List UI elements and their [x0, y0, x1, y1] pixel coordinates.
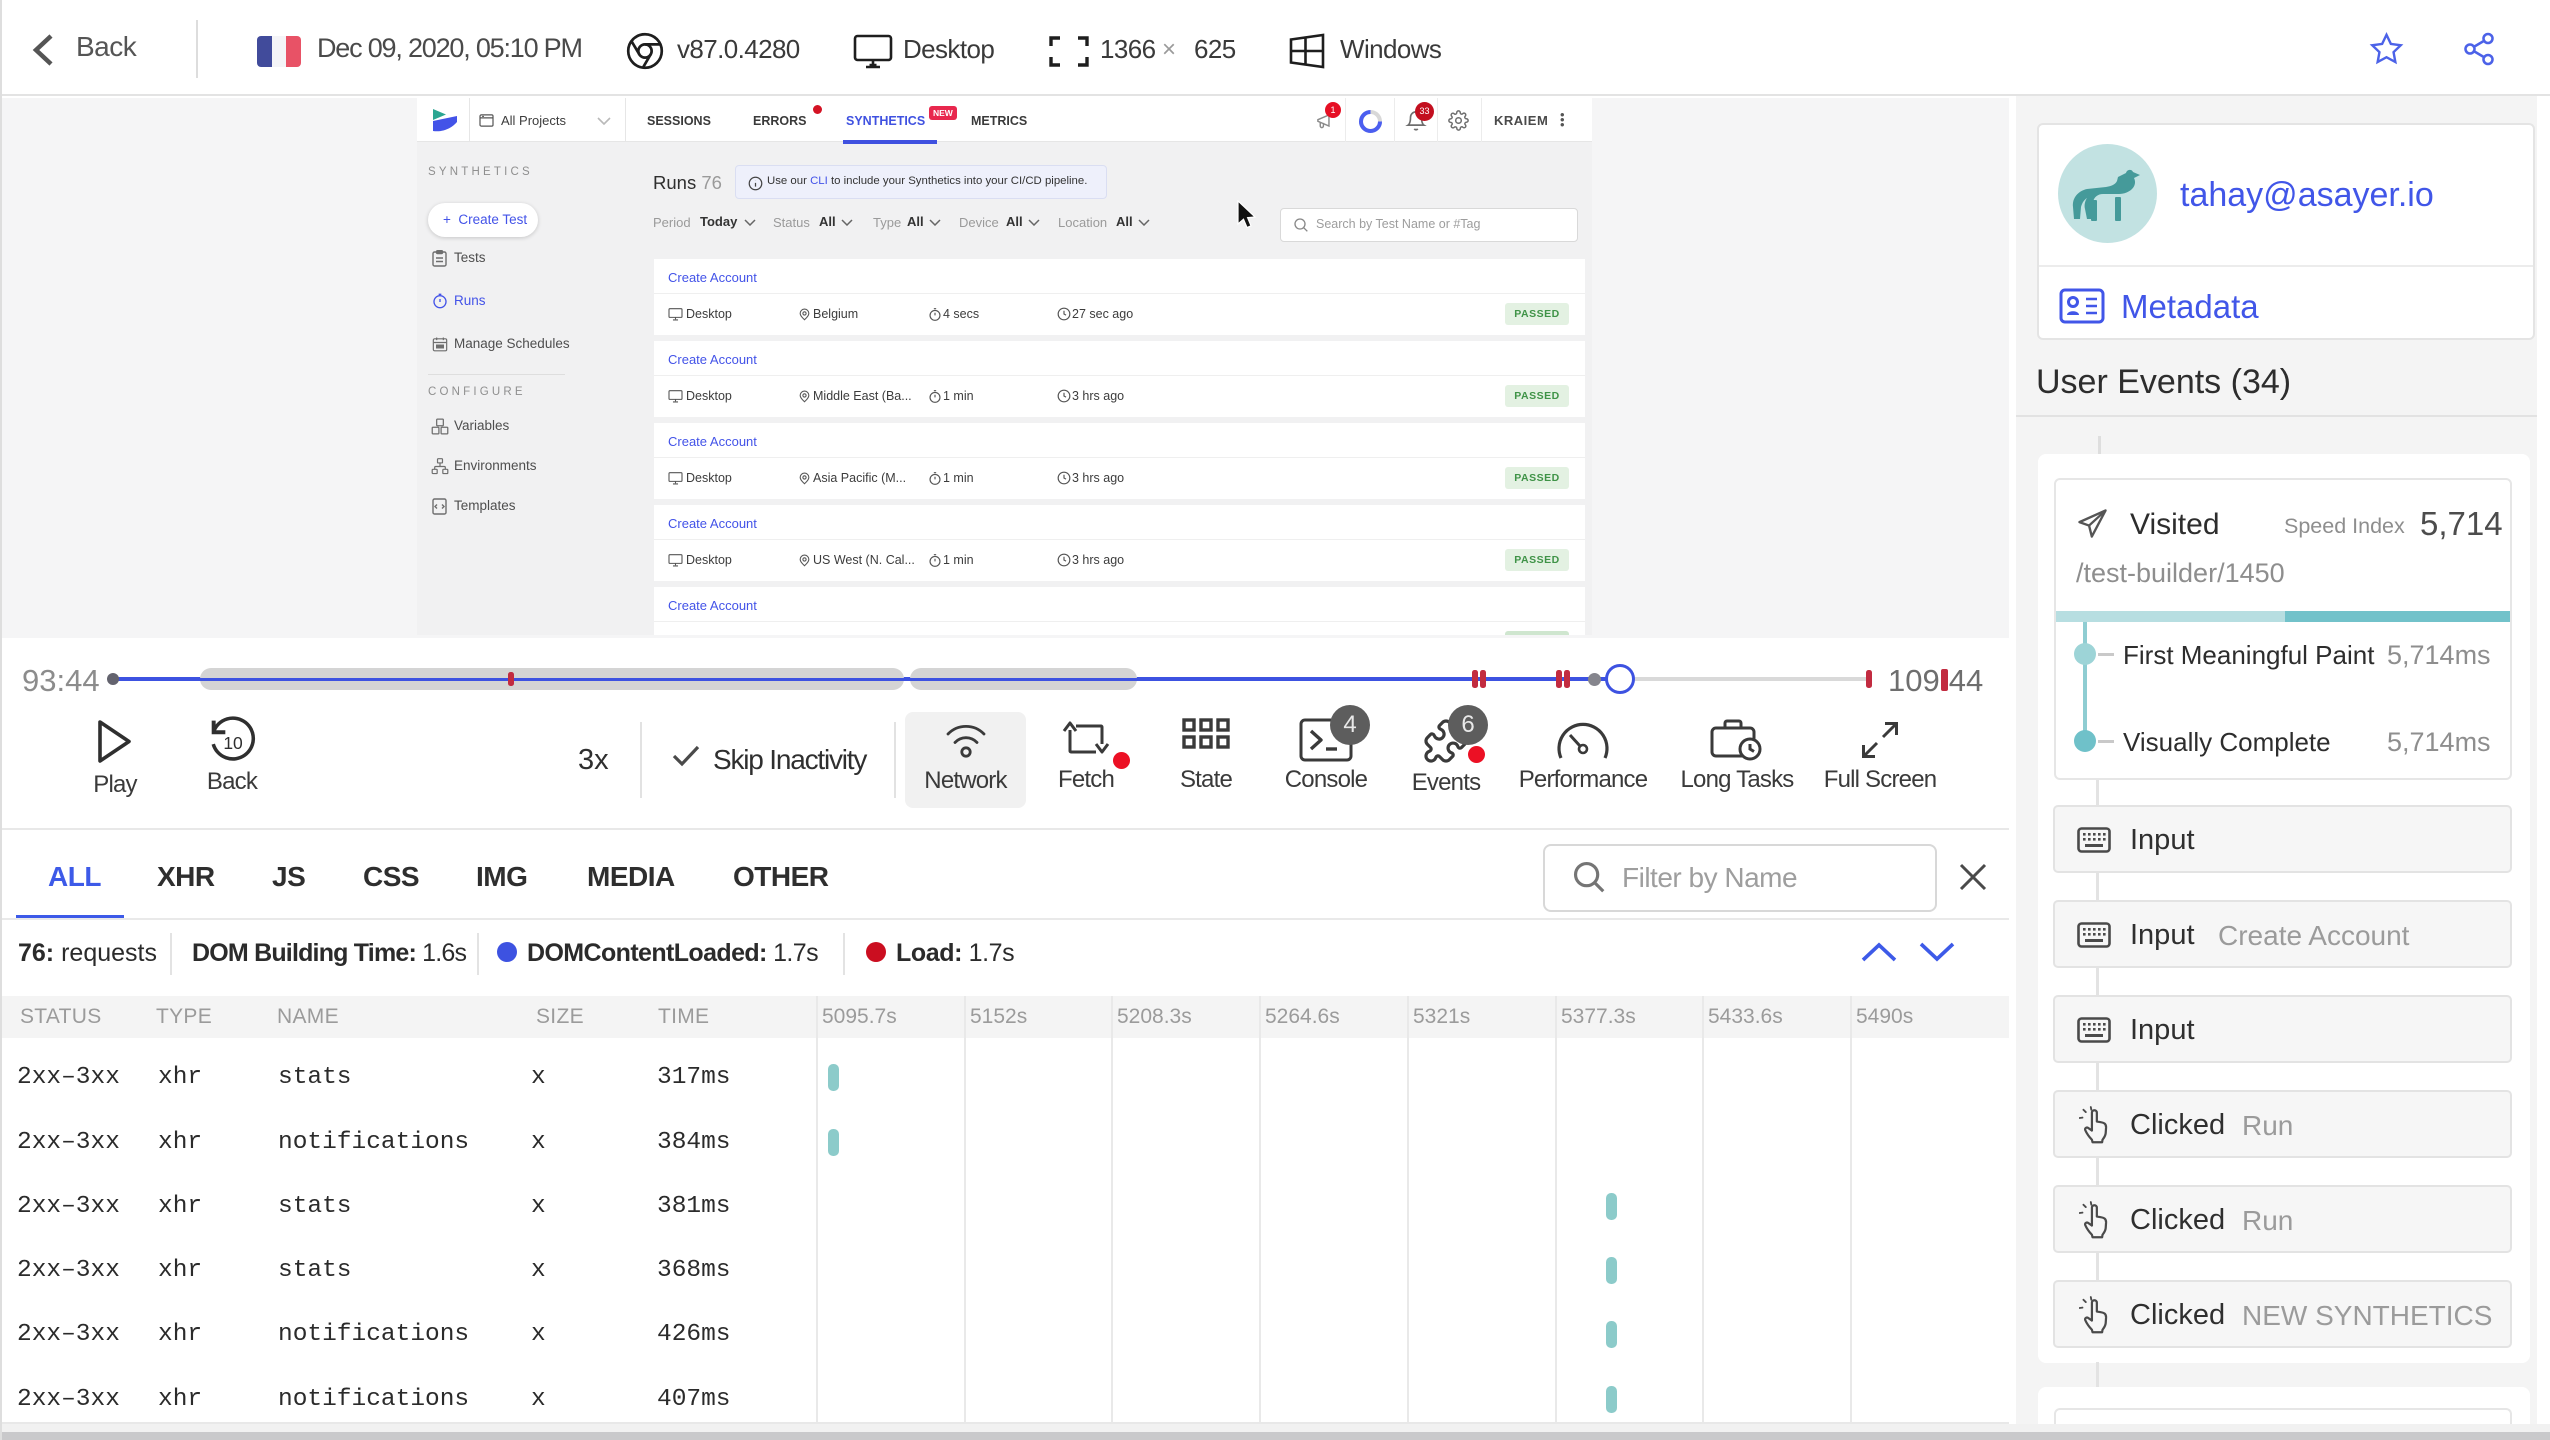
- svg-text:10: 10: [223, 733, 243, 753]
